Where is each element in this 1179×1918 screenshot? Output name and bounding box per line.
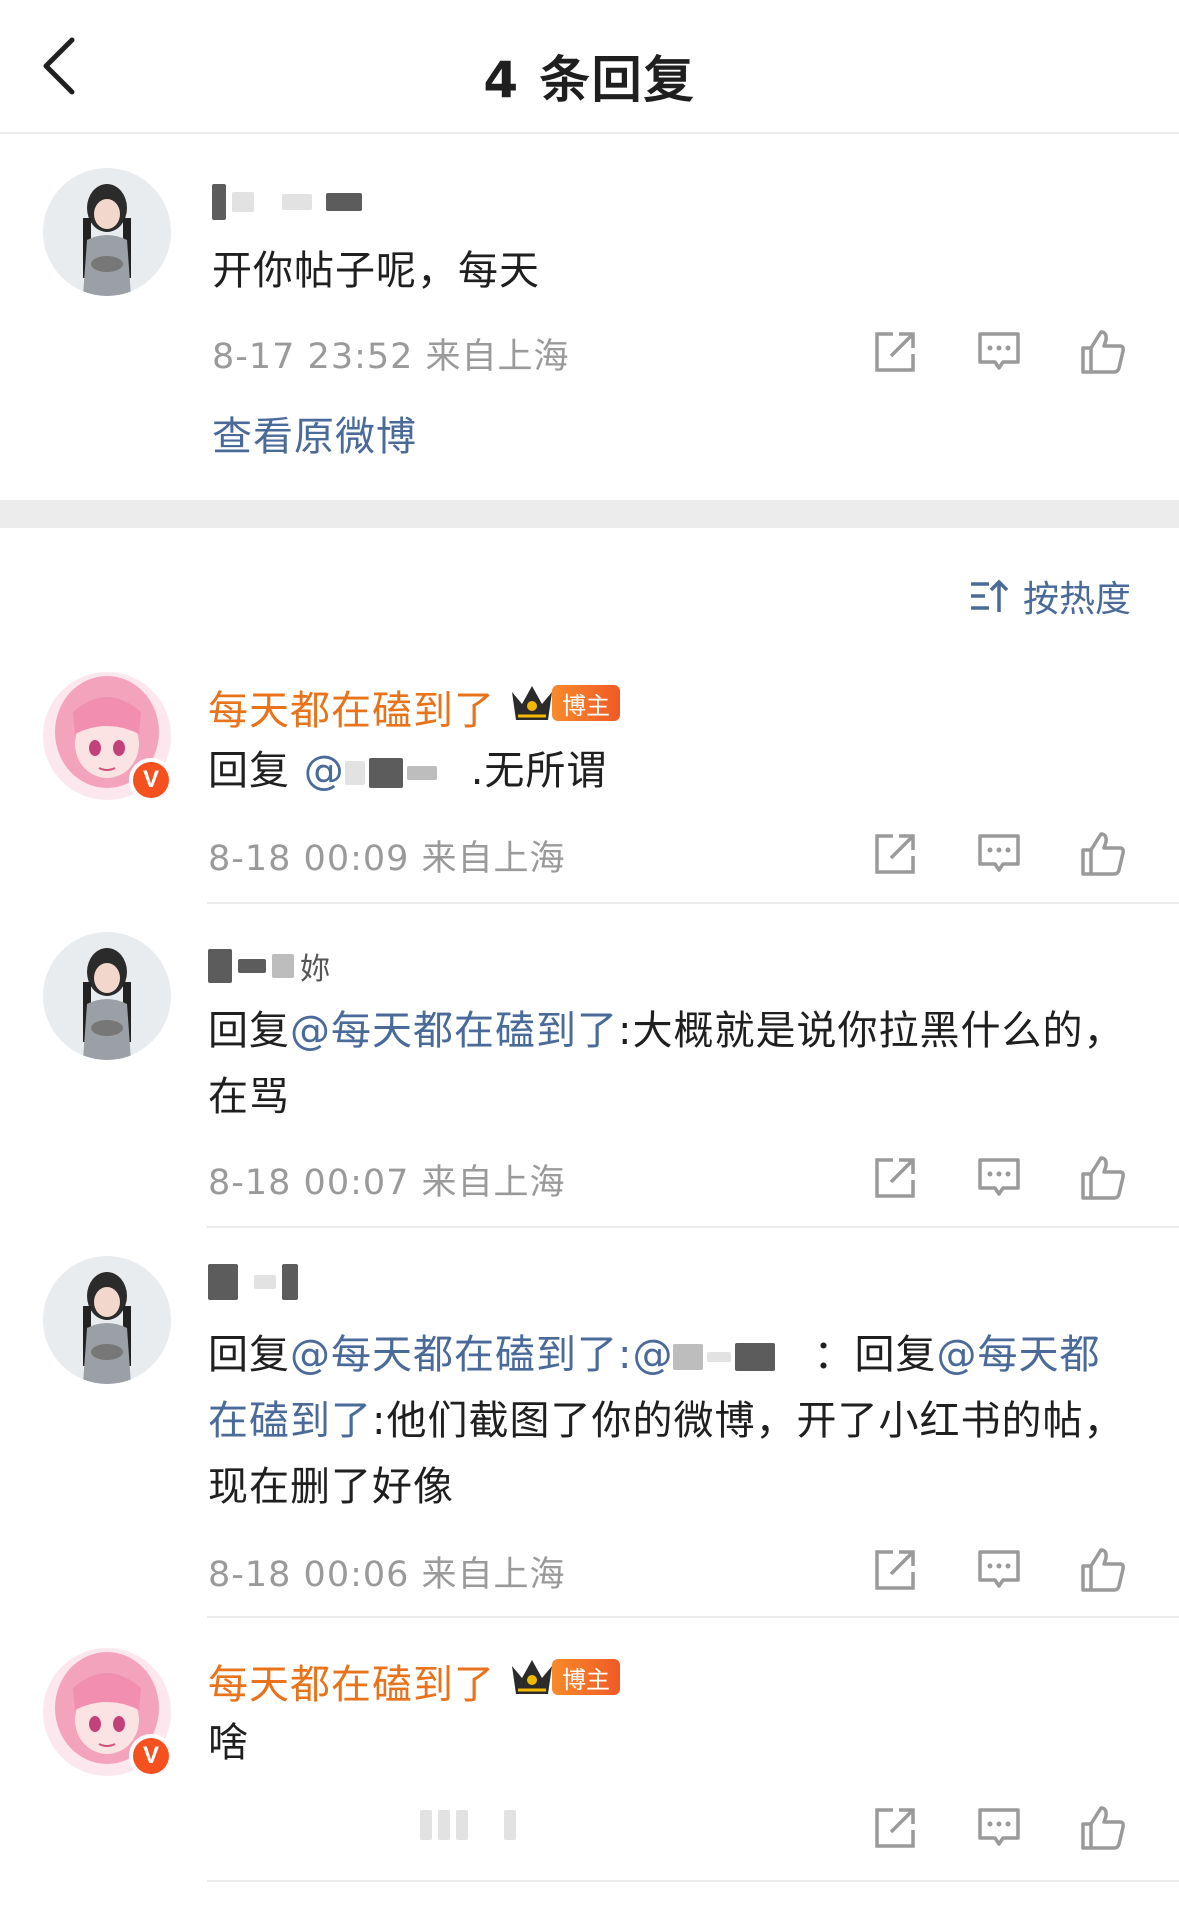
comment-icon	[978, 1550, 1020, 1588]
username[interactable]: 每天都在磕到了	[208, 678, 495, 736]
sort-icon	[970, 579, 1009, 612]
section-separator	[0, 500, 1179, 528]
author-badge: 博主	[508, 680, 620, 726]
share-button[interactable]	[867, 1542, 923, 1598]
avatar[interactable]	[43, 932, 171, 1060]
mention-redacted	[673, 1343, 813, 1371]
mention-link[interactable]: @每天都在磕到了	[290, 1008, 618, 1054]
comment-icon	[978, 1808, 1020, 1846]
reply-actions	[867, 826, 1131, 882]
reply-divider	[207, 1880, 1179, 1882]
mention-redacted	[344, 758, 471, 788]
top-bar: 4 条回复	[0, 0, 1179, 134]
comment-button[interactable]	[971, 1150, 1027, 1206]
thumbs-up-icon	[1081, 1548, 1125, 1592]
comment-meta: 8-17 23:52 来自上海	[212, 337, 570, 377]
share-icon	[875, 1808, 915, 1848]
avatar[interactable]	[43, 1256, 171, 1384]
comment-icon	[978, 834, 1020, 872]
sort-button[interactable]: 按热度	[969, 570, 1131, 622]
reply-divider	[207, 902, 1179, 904]
verified-badge: V	[129, 1734, 173, 1778]
user-photo-icon	[43, 168, 171, 296]
reply-meta: 8-18 00:07 来自上海	[208, 1163, 566, 1203]
share-button[interactable]	[867, 826, 923, 882]
share-button[interactable]	[867, 1800, 923, 1856]
crown-icon	[512, 686, 552, 720]
meta-redacted	[420, 1810, 516, 1840]
username[interactable]: 每天都在磕到了	[208, 1652, 495, 1710]
like-button[interactable]	[1075, 1542, 1131, 1598]
view-original-link[interactable]: 查看原微博	[212, 404, 417, 462]
reply-meta: 8-18 00:09 来自上海	[208, 839, 566, 879]
sort-label: 按热度	[1022, 579, 1131, 620]
like-button[interactable]	[1075, 1150, 1131, 1206]
page-title: 4 条回复	[483, 51, 696, 109]
verified-badge: V	[129, 758, 173, 802]
thumbs-up-icon	[1081, 1806, 1125, 1850]
mention-link[interactable]: @	[304, 748, 345, 794]
share-button[interactable]	[867, 324, 923, 380]
reply-divider	[207, 1226, 1179, 1228]
reply-meta: 8-18 00:06 来自上海	[208, 1555, 566, 1595]
comment-button[interactable]	[971, 1542, 1027, 1598]
comment-text: 开你帖子呢，每天	[212, 248, 540, 294]
like-button[interactable]	[1075, 826, 1131, 882]
reply-text: 啥	[208, 1720, 249, 1766]
comment-button[interactable]	[971, 826, 1027, 882]
author-badge: 博主	[508, 1654, 620, 1700]
author-tag: 博主	[552, 685, 620, 721]
mention-link[interactable]: @每天都在磕到了	[290, 1332, 618, 1378]
avatar[interactable]: V	[43, 672, 173, 802]
reply-actions	[867, 1542, 1131, 1598]
username-redacted[interactable]	[208, 1264, 298, 1300]
reply-text: 回复@每天都在磕到了:@ ：回复@每天都在磕到了:他们截图了你的微博，开了小红书的…	[208, 1332, 1125, 1510]
user-photo-icon	[43, 932, 171, 1060]
crown-icon	[512, 1660, 552, 1694]
avatar[interactable]	[43, 168, 171, 296]
avatar[interactable]: V	[43, 1648, 173, 1778]
comment-icon	[978, 332, 1020, 370]
reply-actions	[867, 1800, 1131, 1856]
comment-button[interactable]	[971, 1800, 1027, 1856]
share-icon	[875, 1550, 915, 1590]
thumbs-up-icon	[1081, 1156, 1125, 1200]
reply-divider	[207, 1616, 1179, 1618]
like-button[interactable]	[1075, 324, 1131, 380]
share-icon	[875, 1158, 915, 1198]
share-icon	[875, 834, 915, 874]
share-icon	[875, 332, 915, 372]
thumbs-up-icon	[1081, 832, 1125, 876]
username-redacted[interactable]	[212, 184, 362, 220]
user-photo-icon	[43, 1256, 171, 1384]
reply-actions	[867, 1150, 1131, 1206]
username-redacted[interactable]: 妳	[208, 944, 330, 988]
reply-text: 回复@每天都在磕到了:大概就是说你拉黑什么的，在骂	[208, 1008, 1125, 1120]
comment-icon	[978, 1158, 1020, 1196]
thumbs-up-icon	[1081, 330, 1125, 374]
comment-button[interactable]	[971, 324, 1027, 380]
like-button[interactable]	[1075, 1800, 1131, 1856]
reply-text: 回复 @ .无所谓	[208, 748, 608, 794]
author-tag: 博主	[552, 1659, 620, 1695]
comment-actions	[867, 324, 1131, 380]
share-button[interactable]	[867, 1150, 923, 1206]
